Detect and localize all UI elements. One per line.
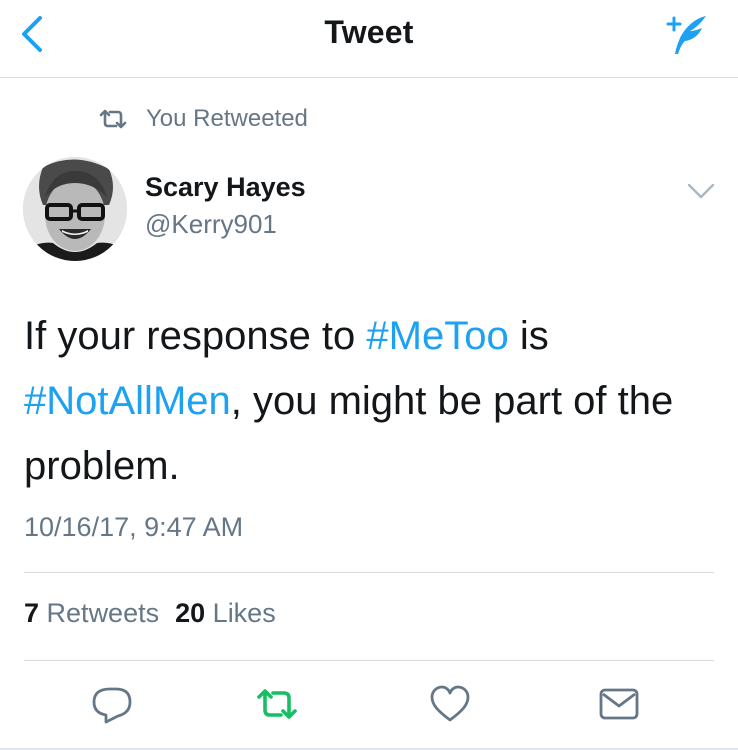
tweet-menu-button[interactable] (685, 178, 717, 204)
retweet-icon (257, 689, 297, 719)
direct-message-button[interactable] (597, 684, 641, 724)
like-button[interactable] (428, 684, 472, 724)
tweet-text: If your response to #MeToo is #NotAllMen… (24, 304, 724, 499)
likes-stat[interactable]: 20 Likes (175, 598, 276, 628)
tweet-detail-screen: Tweet You Retweeted Scary Hayes @Kerry90… (0, 0, 738, 750)
hashtag-link-metoo[interactable]: #MeToo (366, 314, 508, 358)
avatar[interactable] (23, 157, 127, 261)
retweet-icon (99, 109, 127, 129)
divider (24, 660, 714, 661)
page-title: Tweet (324, 14, 414, 50)
chevron-down-icon (687, 183, 715, 199)
avatar-photo (23, 157, 127, 261)
retweeted-label: You Retweeted (146, 105, 308, 132)
divider (24, 572, 714, 573)
envelope-icon (599, 688, 639, 720)
reply-button[interactable] (90, 684, 134, 724)
tweet-text-part: If your response to (24, 314, 367, 358)
likes-count: 20 (175, 598, 206, 628)
tweet-timestamp: 10/16/17, 9:47 AM (24, 512, 244, 542)
heart-icon (430, 685, 470, 722)
retweets-stat[interactable]: 7 Retweets (24, 598, 159, 628)
engagement-stats: 7 Retweets 20 Likes (24, 598, 276, 629)
retweet-button[interactable] (255, 684, 299, 724)
hashtag-link-notallmen[interactable]: #NotAllMen (24, 379, 231, 423)
author-handle[interactable]: @Kerry901 (145, 209, 277, 240)
tweet-text-part: is (508, 314, 549, 358)
compose-tweet-icon (666, 16, 706, 54)
retweets-count: 7 (24, 598, 40, 628)
likes-label: Likes (212, 598, 276, 628)
retweeted-context: You Retweeted (98, 103, 308, 135)
compose-tweet-button[interactable] (662, 10, 712, 60)
retweets-label: Retweets (46, 598, 160, 628)
navigation-bar: Tweet (0, 0, 738, 78)
reply-icon (92, 687, 132, 724)
author-name[interactable]: Scary Hayes (145, 172, 306, 203)
